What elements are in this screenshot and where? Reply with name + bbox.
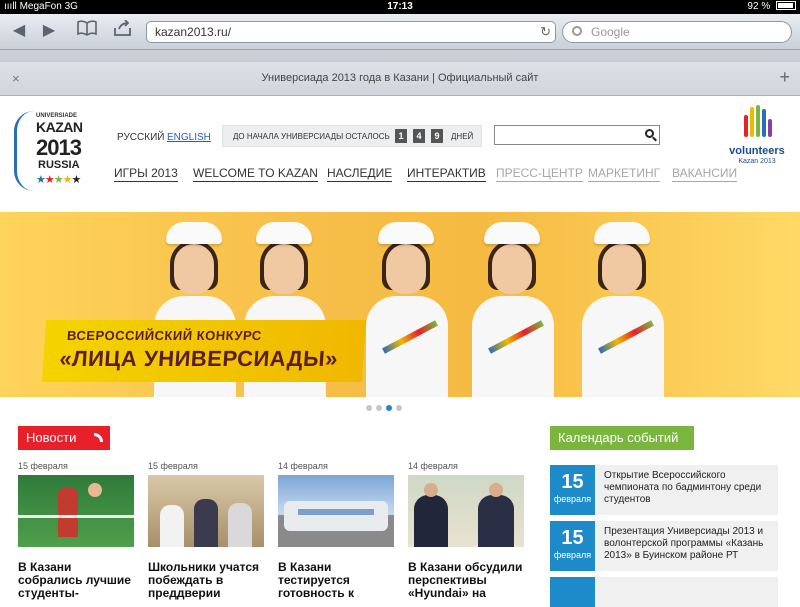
news-title[interactable]: В Казани тестируется готовность к	[278, 561, 398, 600]
slider-dot[interactable]	[376, 405, 382, 411]
tab-strip-shadow	[0, 50, 800, 62]
lang-russian[interactable]: РУССКИЙ	[117, 132, 164, 143]
news-item[interactable]: 14 февраля В Казани обсудили перспективы…	[408, 461, 528, 600]
new-tab-icon[interactable]: +	[779, 67, 790, 88]
rss-icon[interactable]	[94, 433, 103, 442]
address-bar[interactable]: kazan2013.ru/ ↻	[146, 21, 556, 43]
news-heading-label: Новости	[26, 430, 77, 445]
news-item[interactable]: 15 февраля В Казани собрались лучшие сту…	[18, 461, 138, 600]
forward-button[interactable]: ▶	[36, 20, 62, 42]
news-photo-handshake[interactable]	[408, 475, 524, 547]
event-title[interactable]: Открытие Всероссийского чемпионата по ба…	[604, 470, 776, 506]
url-text: kazan2013.ru/	[155, 25, 232, 39]
search-field[interactable]: Google	[562, 21, 792, 43]
search-icon	[572, 26, 582, 36]
volunteers-title: volunteers	[729, 145, 785, 157]
slider-dot[interactable]	[366, 405, 372, 411]
lang-english[interactable]: ENGLISH	[167, 132, 211, 143]
calendar-event[interactable]: 15 февраля Открытие Всероссийского чемпи…	[550, 465, 778, 515]
nav-games-2013[interactable]: ИГРЫ 2013	[114, 166, 178, 182]
event-title[interactable]: Презентация Универсиады 2013 и волонтерс…	[604, 526, 776, 562]
news-date: 15 февраля	[18, 461, 68, 471]
search-icon-handle	[652, 136, 657, 142]
volunteers-logo[interactable]: volunteers Kazan 2013	[722, 101, 792, 171]
nav-interactive[interactable]: ИНТЕРАКТИВ	[407, 166, 486, 182]
site-search-input[interactable]	[494, 125, 660, 145]
bookmarks-icon[interactable]	[74, 20, 100, 42]
event-day: 15	[561, 471, 584, 493]
banner-photo-person	[360, 222, 452, 397]
logo-year: 2013	[36, 135, 82, 160]
logo-ring	[14, 111, 34, 191]
countdown-digit: 4	[413, 129, 425, 143]
hand-icon	[742, 105, 772, 143]
countdown-label: ДО НАЧАЛА УНИВЕРСИАДЫ ОСТАЛОСЬ	[233, 132, 390, 141]
news-photo-arena[interactable]	[278, 475, 394, 547]
countdown-widget: ДО НАЧАЛА УНИВЕРСИАДЫ ОСТАЛОСЬ 1 4 9 ДНЕ…	[222, 125, 482, 147]
logo-country: RUSSIA	[38, 159, 80, 171]
event-month: февраля	[553, 494, 592, 504]
nav-vacancies[interactable]: ВАКАНСИИ	[672, 166, 738, 182]
news-photo-badminton[interactable]	[18, 475, 134, 547]
battery-percent: 92 %	[747, 1, 771, 12]
banner-caption: ВСЕРОССИЙСКИЙ КОНКУРС «ЛИЦА УНИВЕРСИАДЫ»	[41, 320, 367, 382]
calendar-event[interactable]: 15 февраля Презентация Универсиады 2013 …	[550, 521, 778, 571]
site-logo[interactable]: UNIVERSIADE KAZAN 2013 RUSSIA ★★★★★	[14, 111, 94, 195]
share-icon[interactable]	[110, 19, 136, 42]
event-date-badge: 15 февраля	[550, 465, 595, 515]
event-day: 15	[561, 527, 584, 549]
web-page: UNIVERSIADE KAZAN 2013 RUSSIA ★★★★★ РУСС…	[0, 97, 800, 607]
news-date: 14 февраля	[278, 461, 328, 471]
event-month: февраля	[553, 550, 592, 560]
calendar-event-partial[interactable]	[550, 577, 778, 607]
news-date: 14 февраля	[408, 461, 458, 471]
news-photo-schoolchildren[interactable]	[148, 475, 264, 547]
search-placeholder: Google	[591, 25, 630, 39]
banner-caption-line1: ВСЕРОССИЙСКИЙ КОНКУРС	[66, 328, 263, 343]
nav-marketing[interactable]: МАРКЕТИНГ	[588, 166, 661, 182]
logo-city: KAZAN	[36, 119, 83, 135]
nav-press-center[interactable]: ПРЕСС-ЦЕНТР	[496, 166, 583, 182]
news-title[interactable]: Школьники учатся побеждать в преддверии	[148, 561, 268, 600]
countdown-digit: 1	[395, 129, 407, 143]
banner-photo-person	[466, 222, 558, 397]
browser-toolbar: ◀ ▶ kazan2013.ru/ ↻ Google	[0, 14, 800, 50]
banner-caption-line2: «ЛИЦА УНИВЕРСИАДЫ»	[58, 346, 339, 371]
clock: 17:13	[387, 1, 413, 12]
news-title[interactable]: В Казани обсудили перспективы «Hyundai» …	[408, 561, 528, 600]
news-item[interactable]: 14 февраля В Казани тестируется готовнос…	[278, 461, 398, 600]
battery-icon	[776, 1, 796, 10]
event-date-badge: 15 февраля	[550, 521, 595, 571]
reload-icon[interactable]: ↻	[540, 24, 551, 40]
news-title[interactable]: В Казани собрались лучшие студенты-	[18, 561, 138, 600]
nav-welcome-to-kazan[interactable]: WELCOME TO KAZAN	[193, 166, 318, 182]
tab-bar: × Универсиада 2013 года в Казани | Офици…	[0, 62, 800, 96]
logo-stars: ★★★★★	[36, 174, 81, 186]
news-heading[interactable]: Новости	[18, 426, 110, 450]
slider-dot-active[interactable]	[386, 405, 392, 411]
calendar-heading[interactable]: Календарь событий	[550, 426, 694, 450]
hero-banner[interactable]: ВСЕРОССИЙСКИЙ КОНКУРС «ЛИЦА УНИВЕРСИАДЫ»	[0, 212, 800, 397]
back-button[interactable]: ◀	[6, 20, 32, 42]
banner-photo-person	[576, 222, 668, 397]
volunteers-subtitle: Kazan 2013	[738, 158, 776, 165]
tab-title[interactable]: Универсиада 2013 года в Казани | Официал…	[0, 72, 800, 84]
ios-status-bar: ıııll MegaFon 3G 17:13 92 %	[0, 0, 800, 14]
nav-heritage[interactable]: НАСЛЕДИЕ	[327, 166, 393, 182]
slider-dot[interactable]	[396, 405, 402, 411]
countdown-digit: 9	[431, 129, 443, 143]
event-date-badge	[550, 577, 595, 607]
countdown-unit: ДНЕЙ	[451, 132, 474, 141]
news-item[interactable]: 15 февраля Школьники учатся побеждать в …	[148, 461, 268, 600]
news-date: 15 февраля	[148, 461, 198, 471]
battery-status: 92 %	[747, 1, 796, 12]
